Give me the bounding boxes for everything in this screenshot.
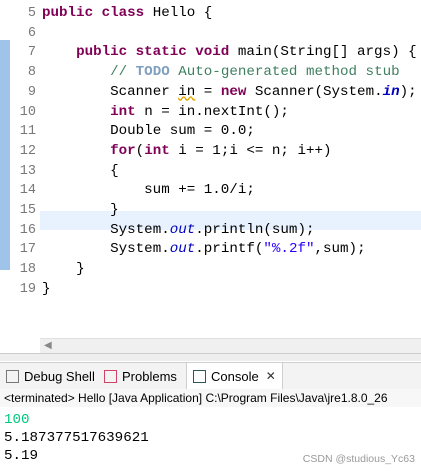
line-number: 15 (19, 203, 36, 218)
code-line-13[interactable]: { (42, 162, 119, 182)
code-line-10[interactable]: int n = in.nextInt(); (42, 103, 289, 123)
code-text: } (42, 280, 51, 297)
code-line-16[interactable]: System.out.println(sum); (42, 221, 314, 241)
line-number: 7 (27, 45, 36, 61)
code-line-9[interactable]: Scanner in = new Scanner(System.in); (42, 83, 417, 103)
line-number: 6 (27, 25, 36, 41)
tab-label: Console (211, 368, 259, 384)
console-output-line: 5.19 (4, 448, 39, 464)
tab-label: Problems (122, 368, 177, 384)
editor-divider (0, 353, 421, 361)
code-text: i = 1;i <= n; i++) (178, 142, 332, 159)
comment: // (110, 64, 136, 81)
code-text: System. (110, 221, 170, 238)
tab-console[interactable]: Console ✕ (186, 363, 283, 389)
console-icon (193, 369, 206, 383)
keyword: new (220, 83, 255, 100)
todo-tag: TODO (135, 64, 170, 81)
console-panel[interactable]: <terminated> Hello [Java Application] C:… (0, 389, 421, 471)
line-number: 12 (19, 143, 36, 159)
comment: Auto-generated method stub (169, 64, 400, 81)
tab-label: Debug Shell (24, 368, 95, 384)
static-field: in (382, 83, 400, 100)
line-number: 13 (19, 163, 36, 179)
code-line-15[interactable]: } (42, 201, 119, 221)
console-output-line: 5.187377517639621 (4, 430, 149, 446)
line-number: 9 (27, 84, 36, 100)
close-icon[interactable]: ✕ (266, 369, 276, 383)
problems-icon (104, 369, 117, 383)
bottom-panel-tabs: Debug Shell Problems Console ✕ (0, 362, 421, 390)
static-field: out (169, 241, 196, 258)
code-line-19[interactable]: } (42, 280, 51, 300)
code-text: ( (135, 142, 145, 159)
line-number: 16 (19, 222, 36, 238)
line-number: 10 (19, 104, 36, 120)
code-text: = (195, 83, 221, 100)
string-literal: "%.2f" (263, 241, 315, 258)
code-line-14[interactable]: sum += 1.0/i; (42, 181, 255, 201)
keyword: public static void (76, 44, 238, 61)
console-input-line: 100 (4, 412, 30, 428)
code-line-18[interactable]: } (42, 260, 85, 280)
code-line-8[interactable]: // TODO Auto-generated method stub (42, 63, 400, 83)
keyword: int (110, 103, 145, 120)
code-line-11[interactable]: Double sum = 0.0; (42, 122, 255, 142)
code-line-5[interactable]: public class Hello { (42, 4, 212, 24)
code-text: Scanner (110, 83, 179, 100)
watermark: CSDN @studious_Yc63 (302, 453, 415, 465)
code-text: Double sum = 0.0; (110, 123, 255, 140)
keyword: for (110, 142, 136, 159)
code-text: } (76, 261, 85, 278)
code-text: ,sum); (314, 241, 366, 258)
tab-problems[interactable]: Problems (104, 363, 177, 389)
code-line-7[interactable]: public static void main(String[] args) { (42, 43, 417, 63)
code-line-17[interactable]: System.out.printf("%.2f",sum); (42, 240, 366, 260)
code-text: { (110, 162, 119, 179)
warning-variable: in (178, 83, 196, 100)
code-text: System. (110, 241, 170, 258)
tab-debug-shell[interactable]: Debug Shell (6, 363, 95, 389)
keyword: public class (42, 5, 153, 21)
line-number: 11 (19, 124, 36, 140)
change-markers (0, 40, 10, 270)
line-number: 18 (19, 262, 36, 278)
code-text: .printf( (195, 241, 264, 258)
code-line-12[interactable]: for(int i = 1;i <= n; i++) (42, 142, 332, 162)
code-text: sum += 1.0/i; (144, 182, 255, 199)
line-number: 19 (19, 281, 36, 297)
line-number: 14 (19, 183, 36, 199)
static-field: out (169, 221, 196, 238)
code-editor[interactable]: 5 6 7 8 9 10 11 12 13 14 15 16 17 18 19 … (0, 0, 421, 361)
code-text: main(String[] args) { (237, 44, 417, 61)
debug-shell-icon (6, 369, 19, 383)
code-text: Scanner(System. (254, 83, 383, 100)
line-number: 8 (27, 65, 36, 81)
horizontal-scrollbar[interactable]: ◀ (40, 338, 421, 353)
code-text: .println(sum); (195, 221, 315, 238)
keyword: int (144, 142, 179, 159)
scroll-left-icon[interactable]: ◀ (44, 339, 52, 353)
line-number: 5 (27, 6, 36, 21)
code-text: n = in.nextInt(); (144, 103, 289, 120)
code-text: Hello { (152, 5, 213, 21)
code-text: } (110, 202, 119, 218)
line-number: 17 (19, 242, 36, 258)
console-status-line: <terminated> Hello [Java Application] C:… (0, 389, 421, 407)
code-text: ); (399, 83, 417, 100)
